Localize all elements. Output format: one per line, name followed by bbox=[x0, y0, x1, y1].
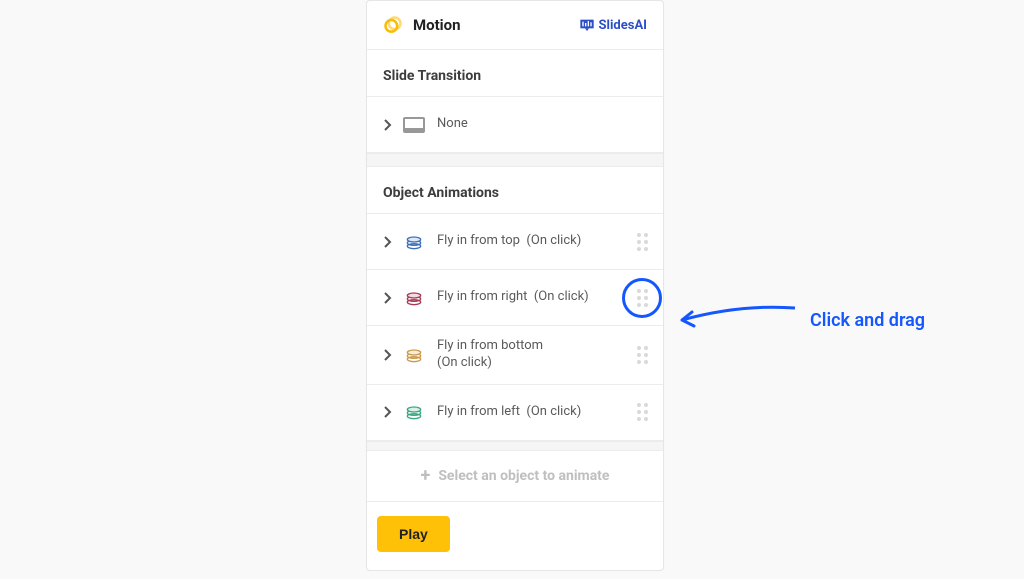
drag-handle-icon[interactable] bbox=[631, 401, 653, 423]
chevron-right-icon bbox=[377, 292, 399, 304]
brand-label: SlidesAI bbox=[599, 18, 647, 33]
drag-handle-icon[interactable] bbox=[631, 344, 653, 366]
plus-icon: + bbox=[421, 467, 431, 485]
animation-label: Fly in from top (On click) bbox=[437, 233, 631, 250]
add-animation-row: + Select an object to animate bbox=[367, 451, 663, 502]
annotation-callout: Click and drag bbox=[670, 300, 925, 340]
object-icon bbox=[399, 345, 429, 365]
animation-row[interactable]: Fly in from bottom(On click) bbox=[367, 326, 663, 385]
transition-value: None bbox=[437, 116, 653, 133]
object-icon bbox=[399, 232, 429, 252]
add-animation-label: Select an object to animate bbox=[438, 468, 609, 484]
object-icon bbox=[399, 288, 429, 308]
animation-label: Fly in from bottom(On click) bbox=[437, 338, 631, 372]
chevron-right-icon bbox=[377, 119, 399, 131]
drag-handle-icon[interactable] bbox=[631, 231, 653, 253]
transition-row[interactable]: None bbox=[367, 97, 663, 153]
animation-row[interactable]: Fly in from right (On click) bbox=[367, 270, 663, 326]
section-separator bbox=[367, 153, 663, 167]
section-separator bbox=[367, 441, 663, 451]
arrow-icon bbox=[670, 300, 800, 340]
brand-badge[interactable]: SlidesAI bbox=[579, 18, 647, 33]
animation-row[interactable]: Fly in from left (On click) bbox=[367, 385, 663, 441]
object-icon bbox=[399, 402, 429, 422]
play-button[interactable]: Play bbox=[377, 516, 450, 552]
panel-header: Motion SlidesAI bbox=[367, 1, 663, 50]
animation-row[interactable]: Fly in from top (On click) bbox=[367, 214, 663, 270]
drag-handle-icon[interactable] bbox=[631, 287, 653, 309]
annotation-text: Click and drag bbox=[810, 310, 925, 331]
section-title-transition: Slide Transition bbox=[367, 50, 663, 97]
motion-panel: Motion SlidesAI Slide Transition None Ob… bbox=[366, 0, 664, 571]
animation-label: Fly in from right (On click) bbox=[437, 289, 631, 306]
chevron-right-icon bbox=[377, 349, 399, 361]
section-title-animations: Object Animations bbox=[367, 167, 663, 214]
panel-footer: Play bbox=[367, 502, 663, 570]
animation-label: Fly in from left (On click) bbox=[437, 404, 631, 421]
none-transition-icon bbox=[399, 117, 429, 133]
motion-icon bbox=[383, 15, 403, 35]
panel-title: Motion bbox=[413, 16, 579, 34]
chevron-right-icon bbox=[377, 236, 399, 248]
chevron-right-icon bbox=[377, 406, 399, 418]
